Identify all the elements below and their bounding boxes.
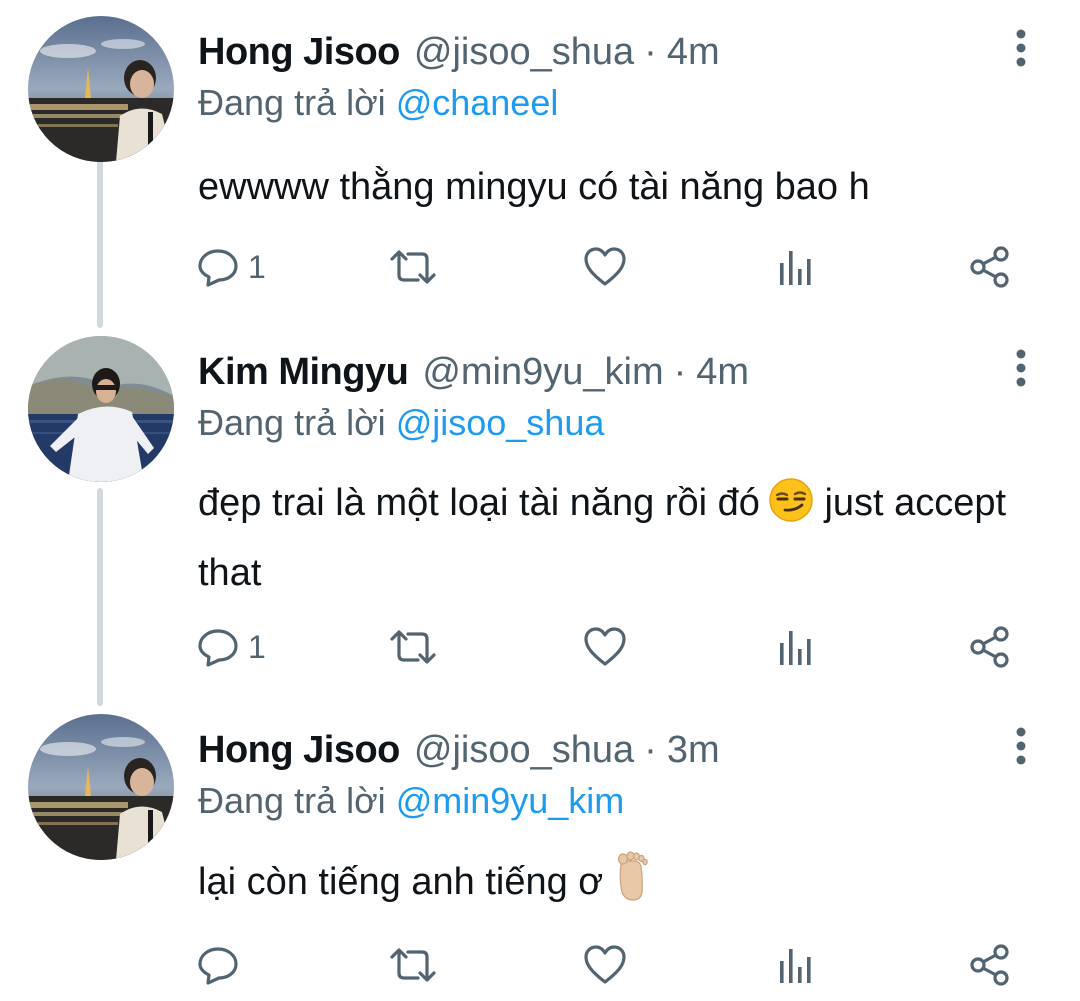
heart-icon: [584, 627, 626, 666]
user-handle[interactable]: @min9yu_kim: [422, 346, 663, 398]
bar-chart-icon: [780, 949, 811, 983]
vertical-dots-icon: [1016, 29, 1026, 67]
retweet-icon: [390, 948, 436, 982]
separator-dot: ·: [644, 729, 657, 771]
replying-to-mention[interactable]: @jisoo_shua: [396, 402, 605, 443]
smirking-face-emoji: [768, 477, 814, 542]
display-name[interactable]: Hong Jisoo: [198, 26, 400, 78]
tweet-text-content: lại còn tiếng anh tiếng ơ: [198, 861, 604, 903]
share-icon: [970, 944, 1009, 986]
replying-to-label: Đang trả lời: [198, 780, 386, 821]
tweet-text-content: đẹp trai là một loại tài năng rồi đó: [198, 482, 760, 524]
share-button[interactable]: [968, 940, 1012, 990]
views-button[interactable]: [776, 242, 816, 292]
foot-emoji: [611, 850, 651, 921]
timestamp[interactable]: 4m: [696, 346, 749, 398]
tweet[interactable]: Kim Mingyu @min9yu_kim · 4m Đang trả lời…: [0, 336, 1080, 696]
more-options-button[interactable]: [1006, 348, 1036, 388]
replying-to-label: Đang trả lời: [198, 82, 386, 123]
heart-icon: [584, 945, 626, 984]
reply-button[interactable]: [196, 940, 248, 990]
tweet[interactable]: Hong Jisoo @jisoo_shua · 4m Đang trả lời…: [0, 16, 1080, 316]
replying-to: Đang trả lời @min9yu_kim: [198, 776, 624, 826]
tweet-text: ewwww thằng mingyu có tài năng bao h: [198, 156, 1018, 218]
avatar[interactable]: [28, 336, 174, 482]
tweet-text: lại còn tiếng anh tiếng ơ: [198, 850, 1018, 921]
more-options-button[interactable]: [1006, 28, 1036, 68]
reply-button[interactable]: 1: [196, 242, 266, 292]
separator-dot: ·: [644, 31, 657, 73]
reply-button[interactable]: 1: [196, 622, 266, 672]
display-name[interactable]: Kim Mingyu: [198, 346, 409, 398]
replying-to: Đang trả lời @jisoo_shua: [198, 398, 604, 448]
display-name[interactable]: Hong Jisoo: [198, 724, 400, 776]
replying-to-label: Đang trả lời: [198, 402, 386, 443]
retweet-icon: [390, 630, 436, 664]
tweet-text-content: ewwww thằng mingyu có tài năng bao h: [198, 166, 870, 208]
share-icon: [970, 246, 1009, 288]
share-button[interactable]: [968, 242, 1012, 292]
like-button[interactable]: [582, 622, 628, 672]
timestamp[interactable]: 3m: [667, 724, 720, 776]
tweet[interactable]: Hong Jisoo @jisoo_shua · 3m Đang trả lời…: [0, 714, 1080, 1001]
vertical-dots-icon: [1016, 727, 1026, 765]
replying-to-mention[interactable]: @min9yu_kim: [396, 780, 625, 821]
bar-chart-icon: [780, 251, 811, 285]
share-icon: [970, 626, 1009, 668]
retweet-icon: [390, 250, 436, 284]
like-button[interactable]: [582, 242, 628, 292]
tweet-header: Hong Jisoo @jisoo_shua · 4m: [198, 26, 720, 78]
timestamp[interactable]: 4m: [667, 26, 720, 78]
like-button[interactable]: [582, 940, 628, 990]
replying-to-mention[interactable]: @chaneel: [396, 82, 559, 123]
share-button[interactable]: [968, 622, 1012, 672]
retweet-button[interactable]: [386, 622, 440, 672]
reply-count: 1: [248, 249, 266, 285]
views-button[interactable]: [776, 940, 816, 990]
tweet-header: Kim Mingyu @min9yu_kim · 4m: [198, 346, 749, 398]
retweet-button[interactable]: [386, 242, 440, 292]
heart-icon: [584, 247, 626, 286]
more-options-button[interactable]: [1006, 726, 1036, 766]
reply-thread: Hong Jisoo @jisoo_shua · 4m Đang trả lời…: [0, 0, 1080, 1001]
tweet-actions: 1: [196, 622, 1016, 672]
avatar[interactable]: [28, 714, 174, 860]
tweet-text: đẹp trai là một loại tài năng rồi đó jus…: [198, 472, 1018, 604]
bar-chart-icon: [780, 631, 811, 665]
speech-bubble-icon: [198, 629, 238, 667]
avatar[interactable]: [28, 16, 174, 162]
tweet-header: Hong Jisoo @jisoo_shua · 3m: [198, 724, 720, 776]
vertical-dots-icon: [1016, 349, 1026, 387]
separator-dot: ·: [673, 351, 687, 393]
views-button[interactable]: [776, 622, 816, 672]
tweet-actions: [196, 940, 1016, 990]
tweet-actions: 1: [196, 242, 1016, 292]
user-handle[interactable]: @jisoo_shua: [414, 26, 634, 78]
replying-to: Đang trả lời @chaneel: [198, 78, 558, 128]
speech-bubble-icon: [198, 249, 238, 287]
speech-bubble-icon: [198, 947, 238, 985]
retweet-button[interactable]: [386, 940, 440, 990]
reply-count: 1: [248, 629, 266, 665]
user-handle[interactable]: @jisoo_shua: [414, 724, 634, 776]
